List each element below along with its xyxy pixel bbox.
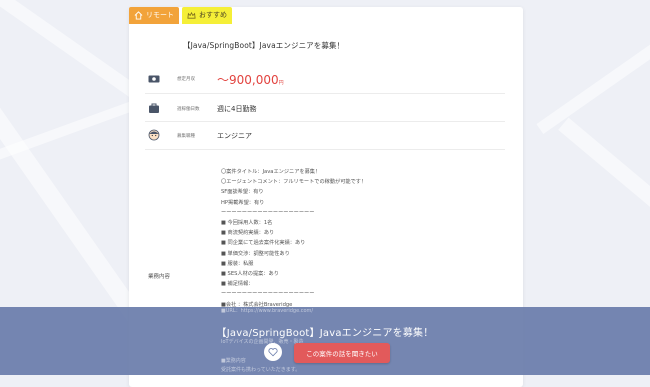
tag-recommend: おすすめ xyxy=(182,7,232,24)
faded-line: ■業務内容 xyxy=(221,358,246,364)
money-icon xyxy=(148,75,160,83)
workdays-value: 週に4日勤務 xyxy=(217,105,257,113)
row-salary: 想定月収 〜900,000円 xyxy=(145,65,505,94)
description-block: 〇案件タイトル：Javaエンジニアを募集！ 〇エージェントコメント：フルリモート… xyxy=(221,167,501,310)
desc-line: ■ 同企業にて過去案件化実績：あり xyxy=(221,240,306,247)
position-value: エンジニア xyxy=(217,132,252,140)
desc-line: 〇案件タイトル：Javaエンジニアを募集！ xyxy=(221,169,321,175)
faded-line: ■URL：https://www.braveridge.com/ xyxy=(221,308,314,314)
favorite-button[interactable] xyxy=(264,343,282,361)
tag-recommend-label: おすすめ xyxy=(199,11,227,19)
desc-line: ■ 商流契約実績：あり xyxy=(221,230,275,237)
crown-icon xyxy=(187,11,196,19)
tag-remote-label: リモート xyxy=(146,11,174,19)
bag-icon xyxy=(149,103,159,113)
desc-line: ■ 服装：私服 xyxy=(221,260,254,267)
description-label: 業務内容 xyxy=(148,274,171,280)
desc-line: 〇エージェントコメント：フルリモートでの稼動が可能です！ xyxy=(221,179,367,186)
salary-value: 〜900,000円 xyxy=(217,73,284,87)
person-icon xyxy=(148,129,160,141)
workdays-label: 週稼働日数 xyxy=(177,107,200,112)
heart-icon xyxy=(268,348,278,357)
cta-bar: ■URL：https://www.braveridge.com/ 【Java/S… xyxy=(0,307,650,375)
job-title: 【Java/SpringBoot】Javaエンジニアを募集！ xyxy=(183,41,345,50)
desc-line: SF面談希望：有り xyxy=(221,189,264,196)
salary-label: 想定月収 xyxy=(177,77,195,82)
cta-title: 【Java/SpringBoot】Javaエンジニアを募集！ xyxy=(216,328,434,339)
salary-unit: 円 xyxy=(278,80,284,86)
desc-line: ■ 今回採用人数：1名 xyxy=(221,220,273,227)
desc-line: ーーーーーーーーーーーーーーーーーー xyxy=(221,209,315,216)
home-icon xyxy=(134,11,143,20)
position-label: 募集職種 xyxy=(177,134,195,139)
desc-line: ■ SES人材の提案：あり xyxy=(221,271,279,278)
row-position: 募集職種 エンジニア xyxy=(145,121,505,150)
desc-line: ーーーーーーーーーーーーーーーーーー xyxy=(221,291,315,298)
faded-line: IoTデバイスの企画開発、販売・製造 xyxy=(221,339,304,345)
apply-button[interactable]: この案件の話を聞きたい xyxy=(294,343,390,363)
desc-line: ■ 補足情報： xyxy=(221,281,254,288)
row-workdays: 週稼働日数 週に4日勤務 xyxy=(145,93,505,122)
tag-remote: リモート xyxy=(129,7,179,24)
desc-line: HP掲載希望：有り xyxy=(221,199,265,206)
desc-line: ■ 単価交渉：調整可能性あり xyxy=(221,250,290,257)
faded-line: 受託案件も携わっていただきます。 xyxy=(221,367,301,373)
